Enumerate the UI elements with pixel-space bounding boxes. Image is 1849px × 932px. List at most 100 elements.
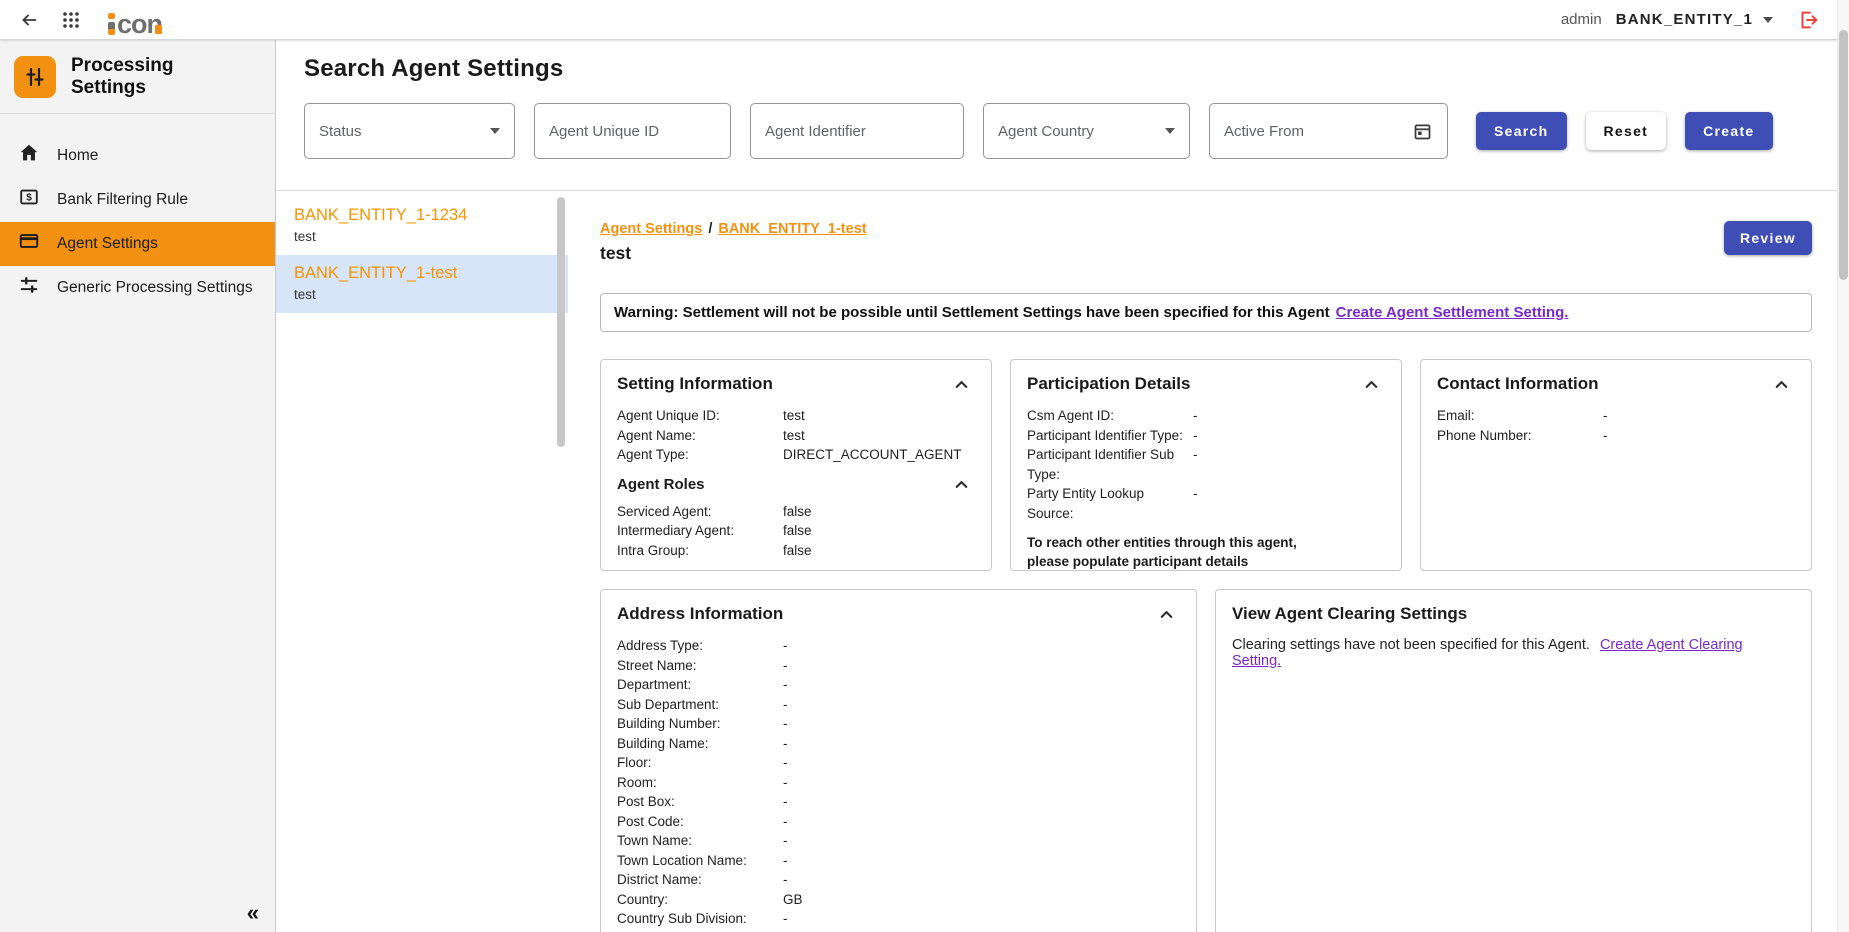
sidebar-item-label: Agent Settings [57,235,158,253]
clearing-settings-text: Clearing settings have not been specifie… [1232,637,1590,653]
field-value: - [783,909,1176,929]
field-row: Floor:- [617,753,1176,773]
entity-selector[interactable]: BANK_ENTITY_1 [1616,11,1773,28]
sidebar-item-agent-settings[interactable]: Agent Settings [0,222,275,266]
tune-icon [18,274,40,301]
result-subtitle: test [294,287,542,302]
topbar: con admin BANK_ENTITY_1 [0,0,1849,40]
field-value: - [783,870,1176,890]
field-label: Building Number: [617,714,783,734]
field-row: Room:- [617,773,1176,793]
field-label: Department: [617,675,783,695]
field-row: Csm Agent ID:- [1027,406,1381,426]
collapse-chevron-icon[interactable] [952,475,971,494]
agent-unique-id-input[interactable] [534,103,731,159]
field-row: Street Name:- [617,656,1176,676]
field-label: Participant Identifier Type: [1027,426,1193,446]
svg-text:$: $ [26,193,32,204]
result-item[interactable]: BANK_ENTITY_1-1234test [276,197,568,255]
field-label: Serviced Agent: [617,502,783,522]
sidebar: Processing Settings Home $Bank Filtering … [0,40,276,932]
field-value: test [783,426,971,446]
create-settlement-setting-link[interactable]: Create Agent Settlement Setting. [1336,304,1569,321]
card-title: View Agent Clearing Settings [1232,604,1467,624]
result-item[interactable]: BANK_ENTITY_1-testtest [276,255,568,313]
collapse-chevron-icon[interactable] [1157,605,1176,624]
sidebar-item-home[interactable]: Home [0,134,275,178]
field-row: Department:- [617,675,1176,695]
admin-label: admin [1561,11,1602,28]
field-row: Party Entity Lookup Source:- [1027,484,1381,523]
main-content: Search Agent Settings Status Agent Countr… [276,40,1849,932]
field-value: - [783,851,1176,871]
field-label: Floor: [617,753,783,773]
chevron-down-icon [1165,128,1175,134]
field-value: DIRECT_ACCOUNT_AGENT [783,445,971,465]
scrollbar-thumb[interactable] [1839,30,1848,280]
card-setting-information: Setting Information Agent Unique ID:test… [600,359,992,571]
field-label: Address Type: [617,636,783,656]
breadcrumb-link[interactable]: Agent Settings [600,221,702,237]
field-label: Room: [617,773,783,793]
sidebar-item-label: Home [57,147,98,165]
logo-orange-accent [155,25,162,34]
breadcrumb-link[interactable]: BANK_ENTITY_1-test [718,221,866,237]
field-label: District Name: [617,870,783,890]
collapse-chevron-icon[interactable] [1772,375,1791,394]
sidebar-header: Processing Settings [0,40,275,114]
field-row: District Name:- [617,870,1176,890]
field-label: Street Name: [617,656,783,676]
field-row: Participant Identifier Type:- [1027,426,1381,446]
collapse-chevron-icon[interactable] [1362,375,1381,394]
field-value: test [783,406,971,426]
field-value: - [783,753,1176,773]
agent-identifier-input[interactable] [750,103,964,159]
back-icon[interactable] [16,7,42,33]
card-contact-information: Contact Information Email:-Phone Number:… [1420,359,1812,571]
apps-grid-icon[interactable] [58,7,84,33]
field-value: - [783,734,1176,754]
window-scrollbar[interactable] [1837,0,1849,932]
results-scrollbar[interactable] [557,197,565,447]
result-title: BANK_ENTITY_1-test [294,264,542,283]
card-view-agent-clearing-settings: View Agent Clearing Settings Clearing se… [1215,589,1812,932]
breadcrumb-separator: / [708,221,712,237]
field-row: Address Type:- [617,636,1176,656]
field-value: - [783,714,1176,734]
status-select[interactable]: Status [304,103,515,159]
field-value: - [783,773,1176,793]
field-value: - [783,812,1176,832]
field-value: - [783,792,1176,812]
field-label: Town Name: [617,831,783,851]
logout-icon[interactable] [1797,9,1819,31]
field-value: - [1603,426,1791,446]
sidebar-collapse-button[interactable]: « [247,902,259,924]
field-value: - [1193,426,1381,446]
field-row: Agent Name:test [617,426,971,446]
search-button[interactable]: Search [1476,112,1567,150]
field-row: Intermediary Agent:false [617,521,971,541]
calendar-icon [1412,121,1433,142]
active-from-date-field[interactable]: Active From [1209,103,1448,159]
field-label: Country Sub Division: [617,909,783,929]
sidebar-item-generic-processing-settings[interactable]: Generic Processing Settings [0,266,275,310]
create-button[interactable]: Create [1685,112,1772,150]
icon-logo: con [108,5,162,35]
field-row: Intra Group:false [617,541,971,561]
agent-country-select[interactable]: Agent Country [983,103,1190,159]
field-label: Post Box: [617,792,783,812]
field-label: Post Code: [617,812,783,832]
field-row: Participant Identifier Sub Type:- [1027,445,1381,484]
logo-letter-i [108,13,115,35]
processing-settings-icon [14,56,56,98]
result-subtitle: test [294,229,542,244]
sidebar-item-bank-filtering-rule[interactable]: $Bank Filtering Rule [0,178,275,222]
review-button[interactable]: Review [1724,221,1812,255]
search-filters: Status Agent Country Active From Search Res… [304,103,1821,159]
collapse-chevron-icon[interactable] [952,375,971,394]
field-row: Serviced Agent:false [617,502,971,522]
field-value: - [1603,406,1791,426]
reset-button[interactable]: Reset [1586,112,1667,150]
placeholder-label: Active From [1224,123,1304,140]
field-label: Sub Department: [617,695,783,715]
